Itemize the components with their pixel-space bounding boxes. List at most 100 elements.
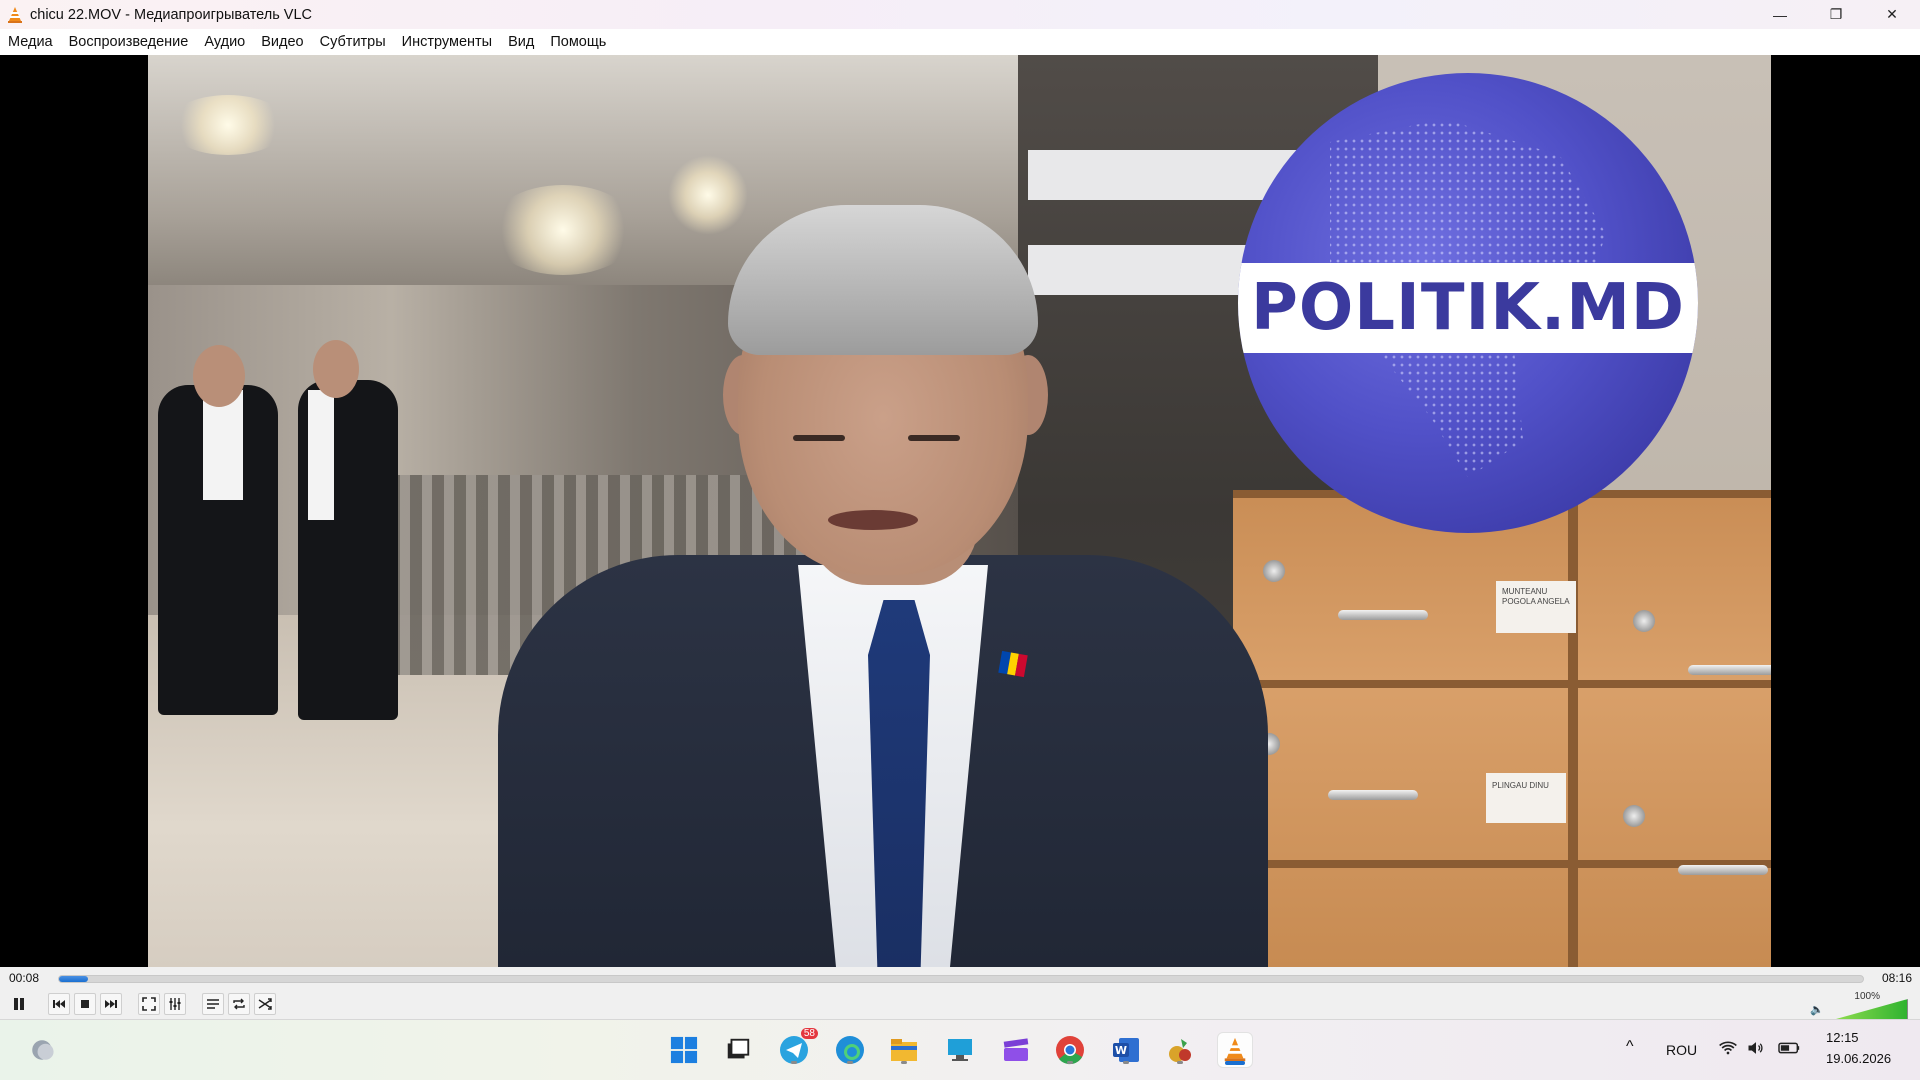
chrome-taskbar-button[interactable] [1052, 1032, 1088, 1068]
wifi-tray[interactable] [1716, 1036, 1740, 1060]
window-title: chicu 22.MOV - Медиапроигрыватель VLC [30, 6, 313, 23]
menu-media[interactable]: Медиа [2, 34, 59, 50]
remote-desktop-icon [948, 1039, 972, 1061]
menu-bar: Медиа Воспроизведение Аудио Видео Субтит… [0, 29, 1920, 55]
volume-icon [1748, 1042, 1763, 1054]
menu-help[interactable]: Помощь [544, 34, 612, 50]
snipping-tool-taskbar-button[interactable] [1162, 1032, 1198, 1068]
task-view-button[interactable] [720, 1032, 756, 1068]
running-indicator [791, 1061, 797, 1064]
active-indicator [1225, 1061, 1245, 1065]
speaker-mouth [828, 510, 918, 530]
drawer-lock [1633, 610, 1655, 632]
vlc-taskbar-button[interactable] [1217, 1032, 1253, 1068]
video-frame: MUNTEANU POGOLA ANGELA PLINGAU DINU POLI… [148, 55, 1771, 967]
weather-widget[interactable] [24, 1032, 60, 1068]
play-pause-button[interactable] [6, 993, 32, 1015]
input-language[interactable]: ROU [1666, 1042, 1697, 1058]
drawer-lock [1623, 805, 1645, 827]
background-person-head [193, 345, 245, 407]
clock-date[interactable]: 19.06.2026 [1826, 1051, 1891, 1066]
vlc-icon [1224, 1037, 1246, 1062]
restore-icon: ❐ [1829, 6, 1843, 22]
close-icon: ✕ [1886, 6, 1898, 22]
video-area[interactable]: MUNTEANU POGOLA ANGELA PLINGAU DINU POLI… [0, 55, 1920, 967]
title-bar: chicu 22.MOV - Медиапроигрыватель VLC — … [0, 0, 1920, 29]
loop-icon [233, 998, 245, 1010]
volume-tray[interactable] [1744, 1036, 1768, 1060]
chandelier [668, 155, 748, 235]
start-icon [670, 1036, 698, 1064]
task-view-icon [727, 1038, 750, 1059]
playlist-icon [207, 999, 219, 1009]
running-indicator [847, 1061, 853, 1064]
next-button[interactable] [100, 993, 122, 1015]
drawer-handle [1338, 610, 1428, 620]
control-bar: 🔈 100% [0, 989, 1920, 1019]
previous-button[interactable] [48, 993, 70, 1015]
drawer-divider [1568, 490, 1578, 967]
wifi-icon [1719, 1041, 1737, 1055]
battery-tray[interactable] [1776, 1036, 1804, 1060]
telegram-taskbar-button[interactable]: 58 [776, 1028, 818, 1068]
running-indicator [1067, 1061, 1073, 1064]
running-indicator [1123, 1061, 1129, 1064]
pause-icon [14, 998, 24, 1010]
menu-view[interactable]: Вид [502, 34, 540, 50]
playlist-button[interactable] [202, 993, 224, 1015]
total-time[interactable]: 08:16 [1882, 971, 1912, 985]
shuffle-button[interactable] [254, 993, 276, 1015]
loop-button[interactable] [228, 993, 250, 1015]
telegram-badge: 58 [800, 1028, 818, 1039]
menu-playback[interactable]: Воспроизведение [63, 34, 195, 50]
word-taskbar-button[interactable]: W [1108, 1032, 1144, 1068]
seek-row: 00:08 08:16 [0, 967, 1920, 989]
drawer-label: PLINGAU DINU [1486, 773, 1566, 823]
ceiling-light [168, 95, 288, 155]
svg-text:W: W [1115, 1044, 1127, 1057]
extended-settings-button[interactable] [164, 993, 186, 1015]
extended-settings-icon [169, 998, 181, 1010]
drawer-lock [1263, 560, 1285, 582]
drawer-handle [1328, 790, 1418, 800]
running-indicator [901, 1061, 907, 1064]
background-person-head [313, 340, 359, 398]
edge-taskbar-button[interactable] [832, 1032, 868, 1068]
seek-slider[interactable] [58, 975, 1864, 983]
fullscreen-button[interactable] [138, 993, 160, 1015]
speaker-tie [868, 600, 930, 967]
menu-audio[interactable]: Аудио [198, 34, 251, 50]
volume-percent: 100% [1854, 991, 1880, 1002]
seek-progress [59, 976, 88, 982]
battery-icon [1778, 1042, 1800, 1054]
politik-md-logo: POLITIK.MD [1238, 73, 1698, 533]
close-button[interactable]: ✕ [1864, 0, 1920, 29]
file-explorer-taskbar-button[interactable] [886, 1032, 922, 1068]
moldova-flag-pin [998, 650, 1028, 678]
background-person-shirt [308, 390, 334, 520]
volume-slider[interactable]: 🔈 100% [1810, 991, 1910, 1019]
show-hidden-icons-chevron[interactable]: ^ [1626, 1038, 1634, 1056]
drawer-edge [1233, 680, 1771, 688]
menu-video[interactable]: Видео [255, 34, 309, 50]
stop-icon [81, 1000, 89, 1008]
speaker-icon[interactable]: 🔈 [1810, 1003, 1824, 1016]
clipchamp-taskbar-button[interactable] [998, 1032, 1034, 1068]
taskbar: 58 W ^ ROU 12:15 19.06.2026 [0, 1019, 1920, 1080]
restore-button[interactable]: ❐ [1808, 0, 1864, 29]
chandelier [488, 185, 638, 275]
clock-time[interactable]: 12:15 [1826, 1030, 1859, 1045]
fullscreen-icon [142, 997, 156, 1011]
menu-tools[interactable]: Инструменты [396, 34, 498, 50]
stop-button[interactable] [74, 993, 96, 1015]
menu-subtitles[interactable]: Субтитры [314, 34, 392, 50]
elapsed-time: 00:08 [9, 971, 40, 985]
logo-band: POLITIK.MD [1238, 263, 1698, 353]
minimize-button[interactable]: — [1752, 0, 1808, 29]
speaker-eye [793, 435, 845, 441]
vlc-cone-icon [6, 6, 24, 24]
speaker-eye [908, 435, 960, 441]
start-button[interactable] [666, 1032, 702, 1068]
remote-desktop-taskbar-button[interactable] [942, 1032, 978, 1068]
next-icon [105, 1000, 117, 1008]
